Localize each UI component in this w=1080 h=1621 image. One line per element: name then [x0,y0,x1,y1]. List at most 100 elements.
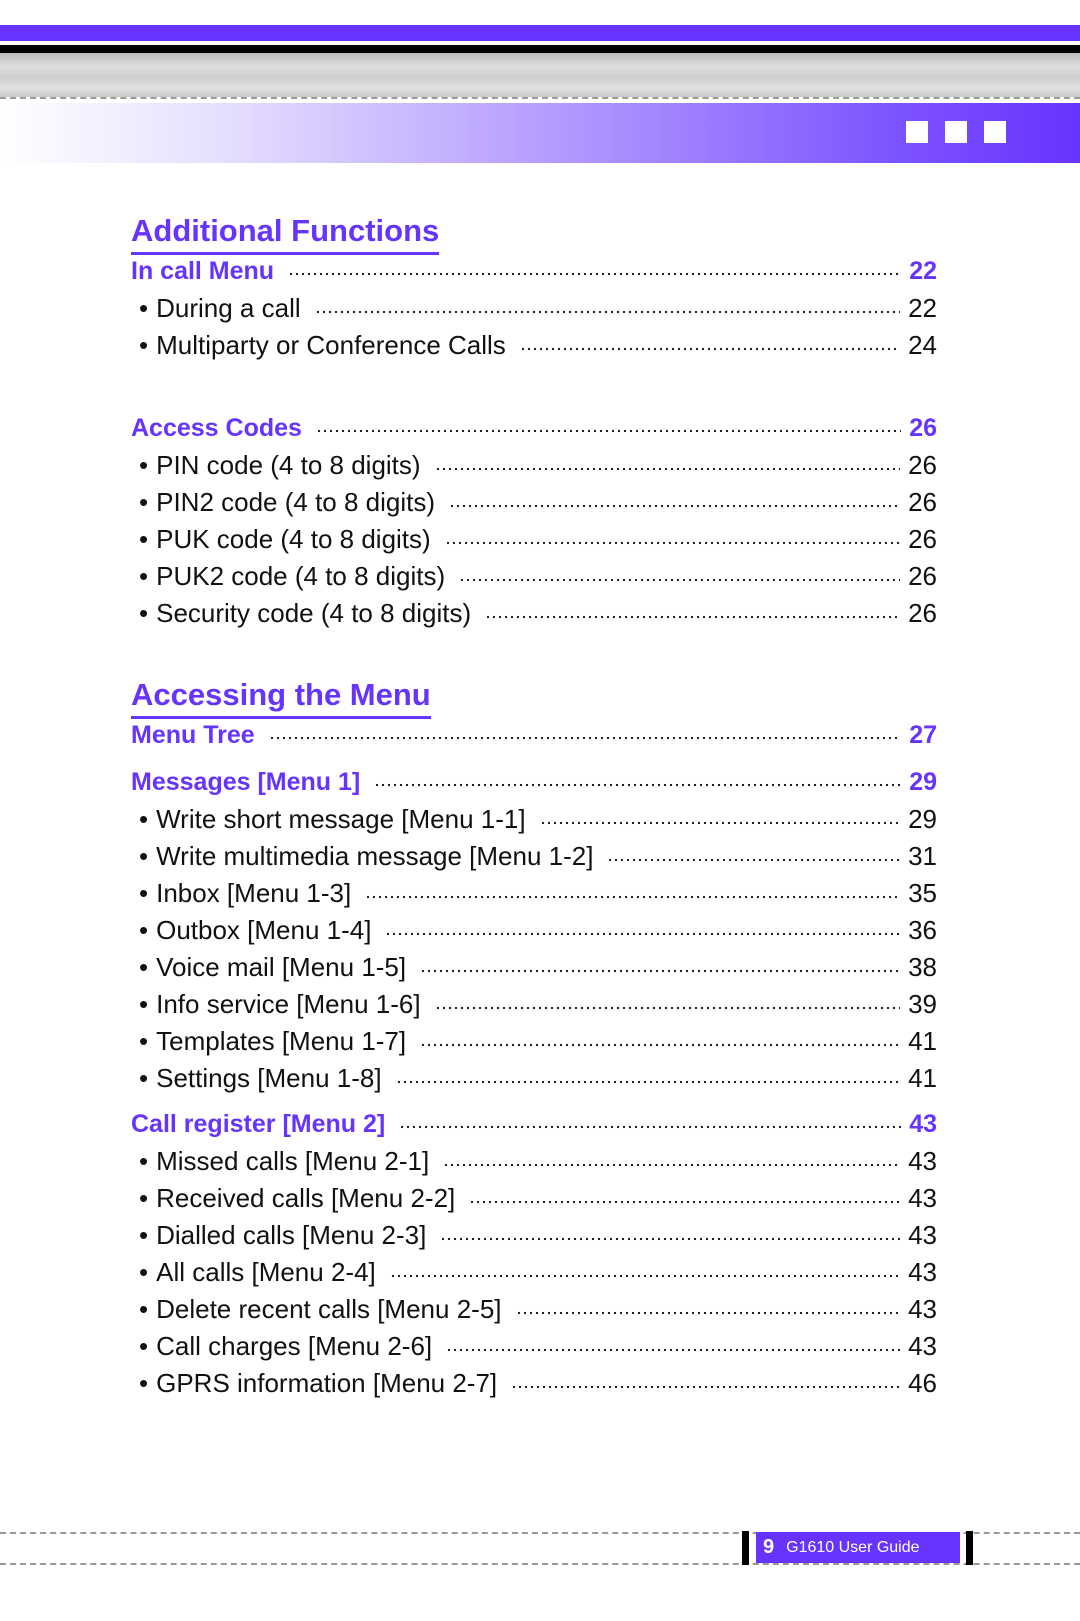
toc-entry-label: Menu Tree [131,721,255,749]
toc-entry-label: Call charges [Menu 2-6] [156,1331,433,1361]
dot-leader [314,309,901,315]
toc-entry-label: GPRS information [Menu 2-7] [156,1368,498,1398]
dot-leader [511,1384,901,1390]
toc-entry-label: Messages [Menu 1] [131,768,361,796]
bullet-icon: • [139,1026,149,1056]
toc-page-number: 41 [908,1063,937,1093]
bullet-icon: • [139,952,149,982]
toc-entry-label: Outbox [Menu 1-4] [156,915,372,945]
toc-page-number: 43 [908,1294,937,1324]
toc-entry-label: Security code (4 to 8 digits) [156,598,472,628]
bullet-icon: • [139,450,149,480]
toc-entry-label: PIN code (4 to 8 digits) [156,450,421,480]
toc-page-number: 26 [908,487,937,517]
dot-leader [399,1124,902,1130]
toc-entry-label: In call Menu [131,257,275,285]
dot-leader [485,614,901,620]
toc-entry-label: Write short message [Menu 1-1] [156,804,526,834]
toc-section-entry[interactable]: Access Codes 26 [131,411,937,445]
toc-item-entry[interactable]: • Info service [Menu 1-6] 39 [131,987,937,1021]
header-square-icon [906,121,928,143]
dot-leader [444,540,901,546]
toc-entry-label: Access Codes [131,414,302,442]
bullet-icon: • [139,841,149,871]
toc-page-number: 43 [908,1183,937,1213]
toc-entry-label: Multiparty or Conference Calls [156,330,506,360]
header-square-icon [984,121,1006,143]
toc-entry-label: Write multimedia message [Menu 1-2] [156,841,594,871]
toc-entry-label: Delete recent calls [Menu 2-5] [156,1294,502,1324]
toc-item-entry[interactable]: • PUK2 code (4 to 8 digits) 26 [131,559,937,593]
bullet-icon: • [139,1220,149,1250]
toc-item-entry[interactable]: • Voice mail [Menu 1-5] 38 [131,950,937,984]
toc-item-entry[interactable]: • Write short message [Menu 1-1] 29 [131,802,937,836]
bullet-icon: • [139,487,149,517]
dot-leader [365,894,901,900]
toc-item-entry[interactable]: • Received calls [Menu 2-2] 43 [131,1181,937,1215]
dot-leader [268,735,902,741]
dot-leader [434,466,901,472]
toc-page-number: 26 [909,414,937,442]
toc-item-entry[interactable]: • Dialled calls [Menu 2-3] 43 [131,1218,937,1252]
footer-page-number: 9 [763,1536,775,1558]
toc-item-entry[interactable]: • PIN2 code (4 to 8 digits) 26 [131,485,937,519]
toc-page-number: 29 [909,768,937,796]
dot-leader [385,931,901,937]
toc-item-entry[interactable]: • Inbox [Menu 1-3] 35 [131,876,937,910]
toc-page-number: 43 [908,1146,937,1176]
toc-section-entry[interactable]: Menu Tree 27 [131,718,937,752]
dot-leader [389,1273,901,1279]
toc-section-entry[interactable]: In call Menu 22 [131,254,937,288]
dot-leader [395,1079,901,1085]
toc-item-entry[interactable]: • Call charges [Menu 2-6] 43 [131,1329,937,1363]
toc-item-entry[interactable]: • Missed calls [Menu 2-1] 43 [131,1144,937,1178]
dot-leader [459,577,901,583]
toc-item-entry[interactable]: • Delete recent calls [Menu 2-5] 43 [131,1292,937,1326]
toc-item-entry[interactable]: • Security code (4 to 8 digits) 26 [131,596,937,630]
toc-item-entry[interactable]: • Templates [Menu 1-7] 41 [131,1024,937,1058]
toc-entry-label: All calls [Menu 2-4] [156,1257,376,1287]
toc-item-entry[interactable]: • During a call 22 [131,291,937,325]
toc-item-entry[interactable]: • PUK code (4 to 8 digits) 26 [131,522,937,556]
toc-item-entry[interactable]: • PIN code (4 to 8 digits) 26 [131,448,937,482]
toc-item-entry[interactable]: • GPRS information [Menu 2-7] 46 [131,1366,937,1400]
toc-page-number: 26 [908,598,937,628]
toc-page-number: 24 [908,330,937,360]
footer-dashed-rule [0,1563,1080,1565]
dot-leader [469,1199,901,1205]
footer-bar-left [742,1531,749,1565]
toc-item-entry[interactable]: • Outbox [Menu 1-4] 36 [131,913,937,947]
toc-item-entry[interactable]: • Settings [Menu 1-8] 41 [131,1061,937,1095]
dot-leader [515,1310,901,1316]
toc-page-number: 43 [909,1110,937,1138]
bullet-icon: • [139,293,149,323]
toc-item-entry[interactable]: • Write multimedia message [Menu 1-2] 31 [131,839,937,873]
toc-entry-label: PIN2 code (4 to 8 digits) [156,487,436,517]
bullet-icon: • [139,330,149,360]
toc-entry-label: Voice mail [Menu 1-5] [156,952,407,982]
bullet-icon: • [139,1331,149,1361]
header-black-rule [0,45,1080,53]
toc-page-number: 36 [908,915,937,945]
dot-leader [440,1236,901,1242]
toc-page-number: 41 [908,1026,937,1056]
toc-page-number: 43 [908,1220,937,1250]
bullet-icon: • [139,1368,149,1398]
toc-section-entry[interactable]: Messages [Menu 1] 29 [131,765,937,799]
dot-leader [443,1162,901,1168]
toc-page-number: 35 [908,878,937,908]
toc-item-entry[interactable]: • Multiparty or Conference Calls 24 [131,328,937,362]
toc-section-entry[interactable]: Call register [Menu 2] 43 [131,1107,937,1141]
toc-page-number: 31 [908,841,937,871]
section-title-additional-functions: Additional Functions [131,213,440,255]
toc-entry-label: PUK code (4 to 8 digits) [156,524,431,554]
toc-page-number: 26 [908,524,937,554]
section-title-accessing-the-menu: Accessing the Menu [131,677,431,719]
toc-item-entry[interactable]: • All calls [Menu 2-4] 43 [131,1255,937,1289]
footer-bar-right [966,1531,973,1565]
bullet-icon: • [139,524,149,554]
dot-leader [449,503,901,509]
dot-leader [374,782,902,788]
toc-entry-label: During a call [156,293,301,323]
toc-entry-label: Info service [Menu 1-6] [156,989,421,1019]
